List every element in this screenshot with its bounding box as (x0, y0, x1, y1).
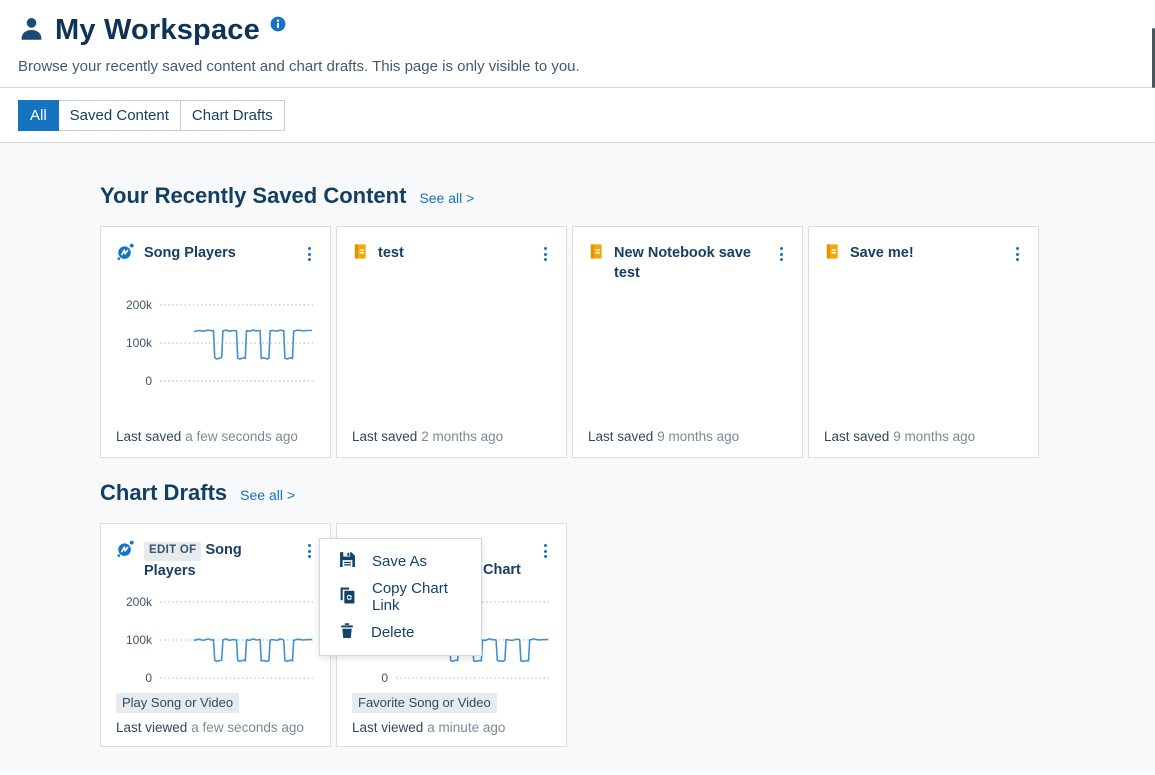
svg-text:0: 0 (145, 671, 152, 685)
card-footer: Last saved9 months ago (588, 429, 787, 444)
saved-section-heading: Your Recently Saved Content (100, 183, 406, 209)
explore-chart-icon (116, 242, 135, 266)
notebook-icon (588, 242, 605, 266)
tab-all[interactable]: All (18, 100, 59, 131)
kebab-menu-icon[interactable] (540, 541, 551, 561)
tab-chart-drafts[interactable]: Chart Drafts (180, 100, 285, 131)
card-title: test (378, 242, 531, 263)
explore-chart-icon (116, 539, 135, 563)
notebook-icon (824, 242, 841, 266)
filter-tabbar: All Saved Content Chart Drafts (0, 88, 1155, 143)
tab-saved-content[interactable]: Saved Content (58, 100, 181, 131)
drafts-cards-row: EDIT OFSong Players 200k 100k 0 Play Song … (100, 523, 1055, 747)
info-icon[interactable] (270, 16, 286, 37)
query-tag: Play Song or Video (116, 693, 239, 713)
user-icon (18, 15, 45, 47)
page-header: My Workspace Browse your recently saved … (0, 0, 1155, 88)
page-subtitle: Browse your recently saved content and c… (18, 58, 1137, 75)
svg-text:0: 0 (381, 671, 388, 685)
svg-text:100k: 100k (126, 633, 153, 647)
card-footer: Last saved9 months ago (824, 429, 1023, 444)
card-title: Song Players (144, 242, 295, 263)
kebab-menu-icon[interactable] (304, 244, 315, 264)
delete-icon (339, 622, 355, 643)
card-footer: Last saveda few seconds ago (116, 429, 315, 444)
saved-see-all-link[interactable]: See all > (419, 190, 474, 206)
card-context-menu: Save As Copy Chart Link Delete (319, 538, 482, 656)
kebab-menu-icon[interactable] (304, 541, 315, 561)
kebab-menu-icon[interactable] (776, 244, 787, 264)
drafts-see-all-link[interactable]: See all > (240, 487, 295, 503)
drafts-section-heading: Chart Drafts (100, 480, 227, 506)
sparkline-chart: 200k 100k 0 (116, 592, 315, 693)
kebab-menu-icon[interactable] (1012, 244, 1023, 264)
menu-item-copy-chart-link[interactable]: Copy Chart Link (320, 580, 481, 614)
draft-card-edit-of-song-players[interactable]: EDIT OFSong Players 200k 100k 0 Play Song … (100, 523, 331, 747)
saved-card-song-players[interactable]: Song Players 200k 100k 0 Last saveda few s… (100, 226, 331, 458)
svg-text:200k: 200k (126, 595, 153, 609)
main-content: Your Recently Saved Content See all > So… (0, 143, 1155, 774)
kebab-menu-icon[interactable] (540, 244, 551, 264)
saved-cards-row: Song Players 200k 100k 0 Last saveda few s… (100, 226, 1055, 458)
card-footer: Last saved2 months ago (352, 429, 551, 444)
sparkline-chart: 200k 100k 0 (116, 295, 315, 396)
edit-of-badge: EDIT OF (144, 542, 201, 561)
saved-card-test[interactable]: test Last saved2 months ago (336, 226, 567, 458)
query-tag: Favorite Song or Video (352, 693, 497, 713)
svg-text:100k: 100k (126, 336, 153, 350)
svg-text:0: 0 (145, 374, 152, 388)
saved-card-new-notebook-save-test[interactable]: New Notebook save test Last saved9 month… (572, 226, 803, 458)
card-title-fragment: Chart (483, 562, 521, 578)
card-title: EDIT OFSong Players (144, 539, 295, 581)
notebook-icon (352, 242, 369, 266)
menu-item-delete[interactable]: Delete (320, 616, 481, 650)
menu-item-save-as[interactable]: Save As (320, 545, 481, 579)
saved-card-save-me[interactable]: Save me! Last saved9 months ago (808, 226, 1039, 458)
card-footer: Last vieweda minute ago (352, 720, 551, 735)
copy-chart-link-icon (339, 587, 356, 608)
page-title: My Workspace (55, 14, 260, 47)
card-footer: Last vieweda few seconds ago (116, 720, 315, 735)
save-as-icon (339, 551, 356, 572)
card-title: New Notebook save test (614, 242, 767, 283)
svg-text:200k: 200k (126, 298, 153, 312)
card-title: Save me! (850, 242, 1003, 263)
